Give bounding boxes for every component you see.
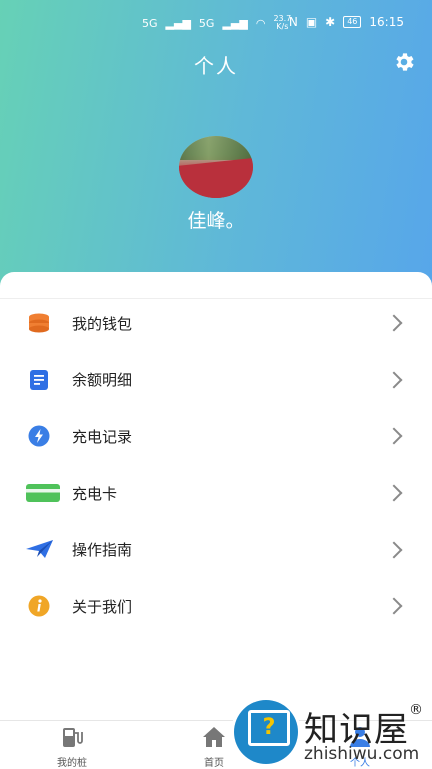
menu-item-balance-detail[interactable]: 余额明细 <box>0 352 432 409</box>
tab-label: 我的桩 <box>57 758 87 769</box>
menu-item-label: 充电卡 <box>72 484 118 503</box>
menu-item-wallet[interactable]: 我的钱包 <box>0 295 432 352</box>
menu-item-guide[interactable]: 操作指南 <box>0 521 432 578</box>
clock: 16:15 <box>369 15 404 29</box>
menu-item-charging-records[interactable]: 充电记录 <box>0 408 432 465</box>
lightning-icon <box>28 425 50 447</box>
card-icon <box>26 483 60 502</box>
menu-item-label: 充电记录 <box>72 427 133 446</box>
question-monitor-icon: ? <box>248 710 290 746</box>
menu-item-label: 关于我们 <box>72 597 133 616</box>
menu-item-about[interactable]: 关于我们 <box>0 578 432 635</box>
menu-item-label: 我的钱包 <box>72 314 133 333</box>
vibrate-icon: ▣ <box>305 15 318 29</box>
wallet-icon <box>29 313 49 333</box>
signal-icon-2: ▂▄▆ <box>222 16 248 30</box>
watermark-url: zhishiwu.com <box>304 744 420 764</box>
gear-icon[interactable] <box>392 50 416 74</box>
paper-plane-icon <box>26 540 53 559</box>
chevron-right-icon <box>385 484 403 502</box>
bluetooth-icon: ✱ <box>325 15 336 29</box>
menu-item-label: 余额明细 <box>72 371 133 390</box>
watermark-logo: ? <box>234 700 298 764</box>
wifi-icon: ◠ <box>255 16 266 30</box>
avatar[interactable] <box>179 136 253 198</box>
network-type-2: 5G <box>198 16 215 30</box>
home-icon <box>203 727 225 747</box>
tab-home[interactable]: 首页 <box>192 725 236 769</box>
page-title: 个人 <box>194 54 238 78</box>
menu-item-label: 操作指南 <box>72 541 133 560</box>
chevron-right-icon <box>385 541 403 559</box>
document-icon <box>30 369 48 390</box>
status-bar: 5G ▂▄▆ 5G ▂▄▆ ◠ 23.7 K/s N ▣ ✱ 46 16:15 <box>0 12 432 34</box>
nfc-icon: N <box>288 15 298 29</box>
chevron-right-icon <box>385 314 403 332</box>
tab-label: 首页 <box>204 758 224 769</box>
chevron-right-icon <box>385 427 403 445</box>
battery-icon: 46 <box>343 16 362 28</box>
info-icon <box>28 595 50 617</box>
watermark: ? 知识屋® zhishiwu.com <box>234 700 432 768</box>
profile-header: 5G ▂▄▆ 5G ▂▄▆ ◠ 23.7 K/s N ▣ ✱ 46 16:15 … <box>0 0 432 300</box>
network-type-1: 5G <box>142 16 158 30</box>
chevron-right-icon <box>385 597 403 615</box>
menu-list: 我的钱包 余额明细 充电记录 充电卡 操作指南 关于我们 <box>0 295 432 635</box>
charger-icon <box>63 728 83 747</box>
signal-icon: ▂▄▆ <box>165 16 191 30</box>
chevron-right-icon <box>385 371 403 389</box>
menu-item-charging-card[interactable]: 充电卡 <box>0 465 432 522</box>
username: 佳峰。 <box>187 210 245 232</box>
tab-my-charger[interactable]: 我的桩 <box>50 725 94 769</box>
